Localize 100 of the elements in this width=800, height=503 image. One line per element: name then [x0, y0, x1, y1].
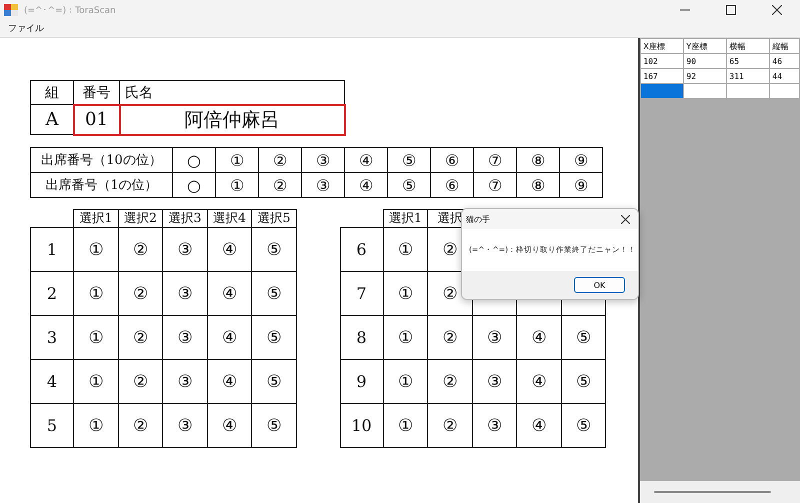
answer-option: ⑤ — [388, 148, 430, 172]
answer-option: ② — [132, 328, 148, 348]
answer-option: ⑨ — [560, 172, 602, 198]
maximize-icon[interactable] — [726, 5, 736, 15]
row-label: 出席番号（10の位） — [30, 148, 172, 172]
answer-option: ⑦ — [474, 172, 516, 198]
answer-option: ② — [258, 172, 302, 198]
answer-option: ③ — [177, 240, 192, 260]
row-label: 出席番号（1の位） — [30, 172, 172, 198]
header-cell: 選択 — [437, 210, 462, 225]
column-header[interactable]: 縦幅 — [770, 38, 800, 54]
header-cell: 選択1 — [389, 210, 422, 225]
answer-option: ③ — [302, 148, 344, 172]
answer-option: ⑤ — [388, 172, 430, 198]
answer-option: ⑧ — [516, 172, 560, 198]
answer-option: ③ — [302, 172, 344, 198]
answer-option: ① — [398, 416, 413, 436]
column-header[interactable]: X座標 — [640, 38, 684, 54]
answer-option: ② — [442, 240, 458, 260]
row-number: 3 — [46, 328, 58, 347]
answer-option: ③ — [486, 328, 502, 348]
row-number: 10 — [351, 416, 372, 435]
row-number: 2 — [46, 284, 58, 303]
sheet-cell: 阿倍仲麻呂 — [120, 104, 344, 134]
answer-option: ① — [216, 148, 258, 172]
answer-option: ① — [88, 372, 104, 392]
answer-option: ④ — [531, 416, 546, 436]
answer-option: ④ — [531, 372, 546, 392]
answer-option: ○ — [172, 148, 216, 172]
header-cell: 選択1 — [80, 210, 112, 225]
answer-option: ① — [398, 240, 413, 260]
answer-option: ④ — [222, 284, 237, 304]
header-cell: 選択4 — [213, 210, 246, 225]
close-icon[interactable] — [621, 214, 630, 224]
answer-option: ② — [132, 416, 148, 436]
row-number: 9 — [356, 372, 367, 391]
column-header[interactable]: Y座標 — [684, 38, 727, 54]
grid-cell[interactable]: 65 — [726, 54, 770, 68]
answer-option: ② — [132, 284, 148, 304]
header-cell: 選択5 — [258, 210, 290, 225]
answer-option: ④ — [344, 172, 388, 198]
answer-option: ⑥ — [430, 172, 474, 198]
answer-option: ① — [398, 284, 413, 304]
answer-option: ② — [442, 328, 458, 348]
answer-option: ④ — [531, 328, 546, 348]
new-row-cell[interactable] — [640, 84, 684, 98]
header-cell: 番号 — [74, 80, 120, 104]
answer-option: ⑤ — [266, 240, 282, 260]
answer-option: ④ — [344, 148, 388, 172]
row-number: 7 — [356, 284, 367, 303]
sheet-cell: 01 — [74, 104, 120, 134]
close-icon[interactable] — [772, 5, 782, 15]
menu-item[interactable]: ファイル — [4, 22, 48, 35]
answer-option: ⑦ — [474, 148, 516, 172]
row-number: 1 — [46, 240, 58, 259]
answer-option: ③ — [177, 416, 192, 436]
answer-option: ① — [398, 328, 413, 348]
answer-option: ⑤ — [576, 372, 591, 392]
answer-option: ⑤ — [576, 416, 591, 436]
row-number: 4 — [46, 372, 58, 391]
window-title: (=^･^=)：ToraScan — [24, 4, 116, 16]
answer-option: ② — [132, 372, 148, 392]
answer-option: ⑤ — [266, 284, 282, 304]
sheet-cell: A — [30, 104, 74, 134]
row-number: 6 — [356, 240, 367, 259]
answer-option: ⑤ — [266, 328, 282, 348]
answer-option: ⑤ — [266, 372, 282, 392]
answer-option: ④ — [222, 416, 237, 436]
scrollbar-thumb[interactable] — [654, 491, 772, 493]
answer-option: ④ — [222, 328, 237, 348]
answer-option: ① — [88, 240, 104, 260]
answer-option: ③ — [486, 416, 502, 436]
answer-option: ⑨ — [560, 148, 602, 172]
answer-option: ③ — [177, 328, 192, 348]
grid-cell[interactable]: 46 — [770, 54, 800, 68]
answer-option: ④ — [222, 372, 237, 392]
header-cell: 氏名 — [120, 80, 344, 104]
answer-option: ○ — [172, 172, 216, 198]
answer-option: ② — [132, 240, 148, 260]
answer-option: ② — [442, 284, 458, 304]
column-header[interactable]: 横幅 — [726, 38, 770, 54]
ok-button[interactable]: OK — [574, 277, 625, 293]
answer-option: ③ — [177, 372, 192, 392]
grid-cell[interactable]: 102 — [640, 54, 684, 68]
grid-cell[interactable]: 311 — [726, 68, 770, 84]
grid-cell[interactable]: 44 — [770, 68, 800, 84]
answer-option: ② — [442, 372, 458, 392]
horizontal-scrollbar[interactable] — [640, 481, 800, 503]
answer-option: ⑥ — [430, 148, 474, 172]
answer-option: ⑤ — [266, 416, 282, 436]
row-number: 5 — [46, 416, 58, 435]
grid-cell[interactable]: 92 — [684, 68, 727, 84]
header-cell: 組 — [30, 80, 74, 104]
app-icon — [4, 4, 18, 16]
answer-option: ② — [258, 148, 302, 172]
answer-option: ① — [88, 284, 104, 304]
answer-option: ⑤ — [576, 328, 591, 348]
answer-option: ③ — [486, 372, 502, 392]
grid-cell[interactable]: 90 — [684, 54, 727, 68]
answer-option: ① — [216, 172, 258, 198]
